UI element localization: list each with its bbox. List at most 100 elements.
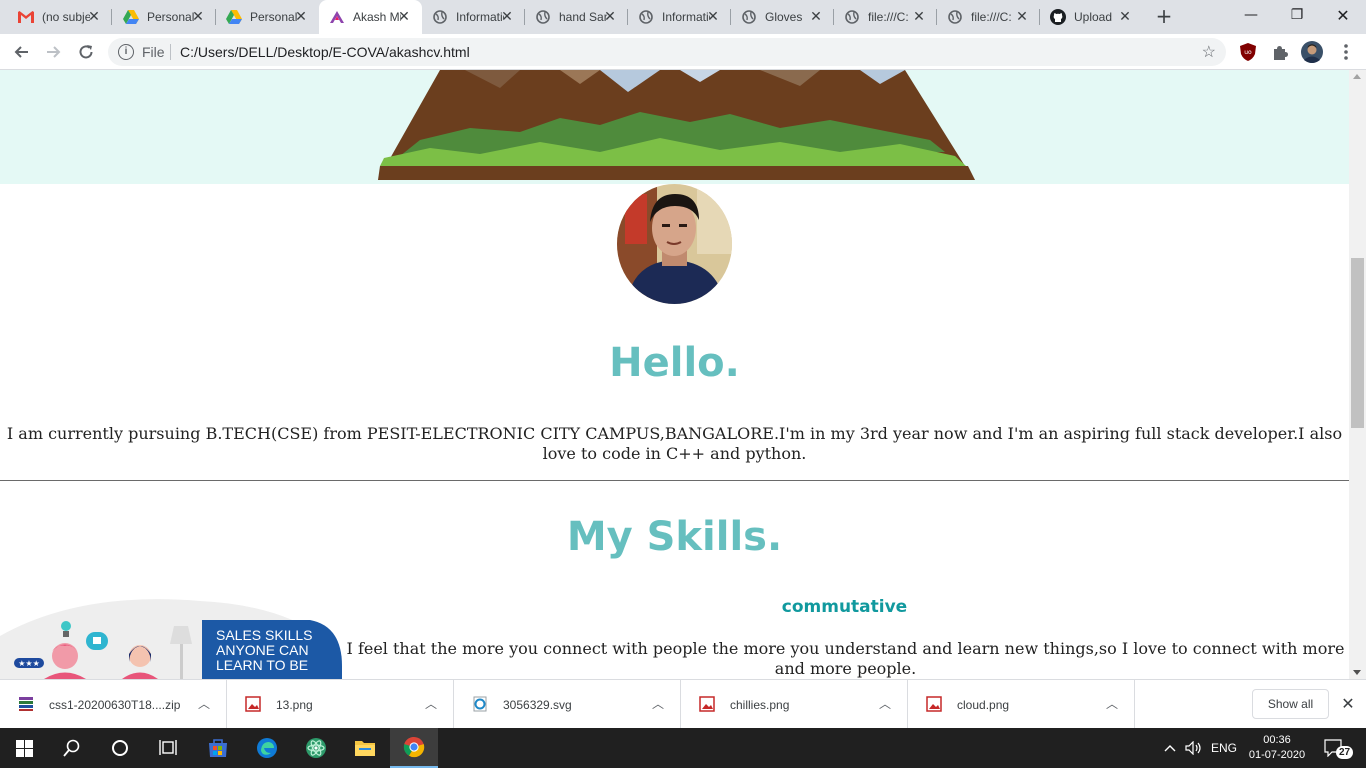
illustration-caption: SALES SKILLS ANYONE CAN LEARN TO BE: [216, 627, 313, 673]
forward-button[interactable]: [42, 40, 66, 64]
edge-button[interactable]: [243, 728, 291, 768]
back-button[interactable]: [9, 40, 33, 64]
globe-icon: [947, 9, 963, 25]
chevron-up-icon[interactable]: ︿: [1106, 695, 1118, 712]
task-view-button[interactable]: [144, 728, 192, 768]
extensions-puzzle-icon[interactable]: [1270, 42, 1290, 62]
close-tab-icon[interactable]: ✕: [86, 9, 102, 25]
globe-icon: [535, 9, 551, 25]
chevron-up-icon[interactable]: ︿: [425, 695, 437, 712]
restore-button[interactable]: ❐: [1274, 0, 1320, 30]
close-tab-icon[interactable]: ✕: [705, 9, 721, 25]
mountain-illustration: [378, 70, 975, 180]
download-item[interactable]: 3056329.svg ︿: [454, 680, 681, 729]
new-tab-button[interactable]: +: [1152, 5, 1176, 29]
download-item[interactable]: chillies.png ︿: [681, 680, 908, 729]
scroll-down-icon[interactable]: [1353, 670, 1361, 675]
page-scrollbar[interactable]: [1349, 70, 1366, 679]
download-filename: cloud.png: [957, 698, 1010, 712]
close-window-button[interactable]: ✕: [1320, 0, 1366, 30]
close-tab-icon[interactable]: ✕: [911, 9, 927, 25]
clock[interactable]: 00:36 01-07-2020: [1244, 728, 1310, 768]
url-text[interactable]: C:/Users/DELL/Desktop/E-COVA/akashcv.htm…: [180, 44, 470, 60]
scroll-thumb[interactable]: [1351, 258, 1364, 428]
globe-icon: [741, 9, 757, 25]
download-item[interactable]: css1-20200630T18....zip ︿: [0, 680, 227, 729]
browser-tab[interactable]: Information ✕: [422, 0, 525, 34]
atom-button[interactable]: [292, 728, 340, 768]
skill-name: commutative: [781, 597, 908, 617]
notifications-button[interactable]: 27: [1318, 728, 1358, 768]
tab-title: file:///C:: [868, 10, 909, 24]
cortana-circle-icon: [112, 740, 128, 756]
close-tab-icon[interactable]: ✕: [293, 9, 309, 25]
chevron-up-icon[interactable]: ︿: [652, 695, 664, 712]
chevron-up-icon[interactable]: ︿: [198, 695, 210, 712]
browser-tab[interactable]: Personal ✕: [113, 0, 216, 34]
search-button[interactable]: [48, 728, 96, 768]
sales-skills-illustration: ★★★ SALES SKILLS ANYONE CAN LEARN TO BE: [0, 596, 342, 679]
skills-heading: My Skills.: [566, 514, 783, 560]
close-tab-icon[interactable]: ✕: [1117, 9, 1133, 25]
browser-tab[interactable]: (no subject) ✕: [8, 0, 112, 34]
browser-tab-active[interactable]: Akash Mishra ✕: [319, 0, 422, 34]
section-divider: [0, 480, 1349, 481]
hero-banner: [0, 70, 1349, 184]
minimize-button[interactable]: —: [1228, 0, 1274, 30]
search-icon: [63, 739, 80, 757]
tab-title: Information: [662, 10, 710, 24]
window-controls: — ❐ ✕: [1228, 0, 1366, 30]
browser-tab[interactable]: Upload ✕: [1040, 0, 1143, 34]
store-button[interactable]: [194, 728, 242, 768]
globe-icon: [432, 9, 448, 25]
chrome-button[interactable]: [390, 728, 438, 768]
close-tab-icon[interactable]: ✕: [499, 9, 515, 25]
info-icon[interactable]: i: [118, 44, 134, 60]
menu-kebab-icon[interactable]: [1336, 42, 1356, 62]
cortana-button[interactable]: [96, 728, 144, 768]
svg-text:★★★: ★★★: [18, 659, 40, 668]
start-button[interactable]: [0, 728, 48, 768]
address-bar[interactable]: i File C:/Users/DELL/Desktop/E-COVA/akas…: [108, 38, 1226, 66]
show-all-button[interactable]: Show all: [1252, 689, 1329, 719]
drive-icon: [123, 9, 139, 25]
chevron-up-icon[interactable]: ︿: [879, 695, 891, 712]
windows-logo-icon: [15, 739, 33, 757]
profile-photo: [617, 184, 732, 304]
close-tab-icon[interactable]: ✕: [1014, 9, 1030, 25]
image-file-icon: [926, 696, 942, 712]
close-downloads-icon[interactable]: ✕: [1338, 694, 1358, 714]
file-explorer-button[interactable]: [341, 728, 389, 768]
drive-icon: [226, 9, 242, 25]
tab-strip: (no subject) ✕ Personal ✕ Personal ✕ Aka…: [0, 0, 1366, 34]
scroll-up-icon[interactable]: [1353, 74, 1361, 79]
download-item[interactable]: cloud.png ︿: [908, 680, 1135, 729]
intro-paragraph: I am currently pursuing B.TECH(CSE) from…: [6, 424, 1343, 463]
ublock-icon[interactable]: uo: [1238, 42, 1258, 62]
browser-tab[interactable]: file:///C: ✕: [937, 0, 1040, 34]
downloads-bar: css1-20200630T18....zip ︿ 13.png ︿ 30563…: [0, 679, 1366, 729]
browser-tab[interactable]: Gloves ✕: [731, 0, 834, 34]
notification-count: 27: [1336, 746, 1354, 759]
close-tab-icon[interactable]: ✕: [396, 9, 412, 25]
volume-icon[interactable]: [1184, 728, 1204, 768]
close-tab-icon[interactable]: ✕: [602, 9, 618, 25]
browser-tab[interactable]: Personal ✕: [216, 0, 319, 34]
download-item[interactable]: 13.png ︿: [227, 680, 454, 729]
bookmark-star-icon[interactable]: ☆: [1202, 42, 1216, 62]
skill-description: I feel that the more you connect with pe…: [346, 639, 1345, 678]
tab-title: Akash Mishra: [353, 10, 401, 24]
close-tab-icon[interactable]: ✕: [190, 9, 206, 25]
download-filename: 13.png: [276, 698, 313, 712]
gmail-icon: [18, 9, 34, 25]
reload-button[interactable]: [74, 40, 98, 64]
github-icon: [1050, 9, 1066, 25]
browser-tab[interactable]: Information ✕: [628, 0, 731, 34]
tab-title: Personal: [250, 10, 298, 24]
close-tab-icon[interactable]: ✕: [808, 9, 824, 25]
browser-tab[interactable]: hand Sanitizer ✕: [525, 0, 628, 34]
chevron-up-icon[interactable]: [1160, 728, 1180, 768]
browser-tab[interactable]: file:///C: ✕: [834, 0, 937, 34]
profile-avatar[interactable]: [1301, 41, 1323, 63]
language-indicator[interactable]: ENG: [1208, 728, 1240, 768]
